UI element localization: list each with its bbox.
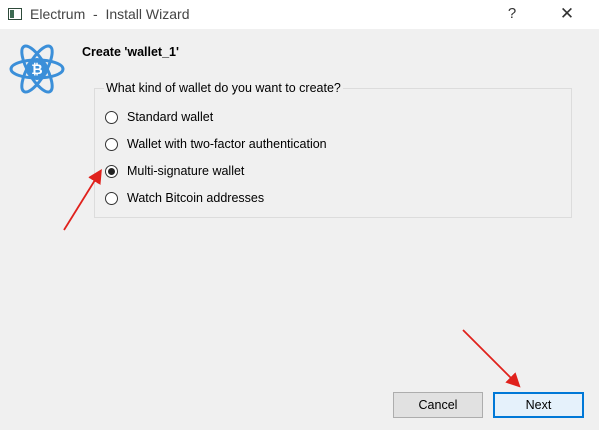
next-button[interactable]: Next [493,392,584,418]
close-button[interactable]: ✕ [555,2,579,26]
window-title: Electrum - Install Wizard [30,6,190,22]
radio-button[interactable] [105,110,118,124]
wizard-heading: Create 'wallet_1' [82,45,179,59]
option-two-factor-wallet[interactable]: Wallet with two-factor authentication [105,135,327,153]
electrum-app-icon [8,8,22,20]
radio-button[interactable] [105,191,118,205]
option-standard-wallet[interactable]: Standard wallet [105,108,213,126]
option-label: Standard wallet [127,110,214,124]
cancel-button[interactable]: Cancel [393,392,483,418]
annotation-arrow-next [462,329,521,388]
option-multisig-wallet[interactable]: Multi-signature wallet [105,162,244,180]
electrum-logo-icon: ₿ [9,44,65,94]
title-bar: Electrum - Install Wizard ? ✕ [0,0,599,29]
help-button[interactable]: ? [502,2,522,26]
radio-button[interactable] [105,137,118,151]
option-watch-addresses[interactable]: Watch Bitcoin addresses [105,189,264,207]
option-label: Wallet with two-factor authentication [127,137,327,151]
svg-text:₿: ₿ [31,62,42,78]
option-label: Multi-signature wallet [127,164,245,178]
option-label: Watch Bitcoin addresses [127,191,265,205]
radio-button-selected[interactable] [105,164,118,178]
wallet-type-question: What kind of wallet do you want to creat… [104,81,343,95]
